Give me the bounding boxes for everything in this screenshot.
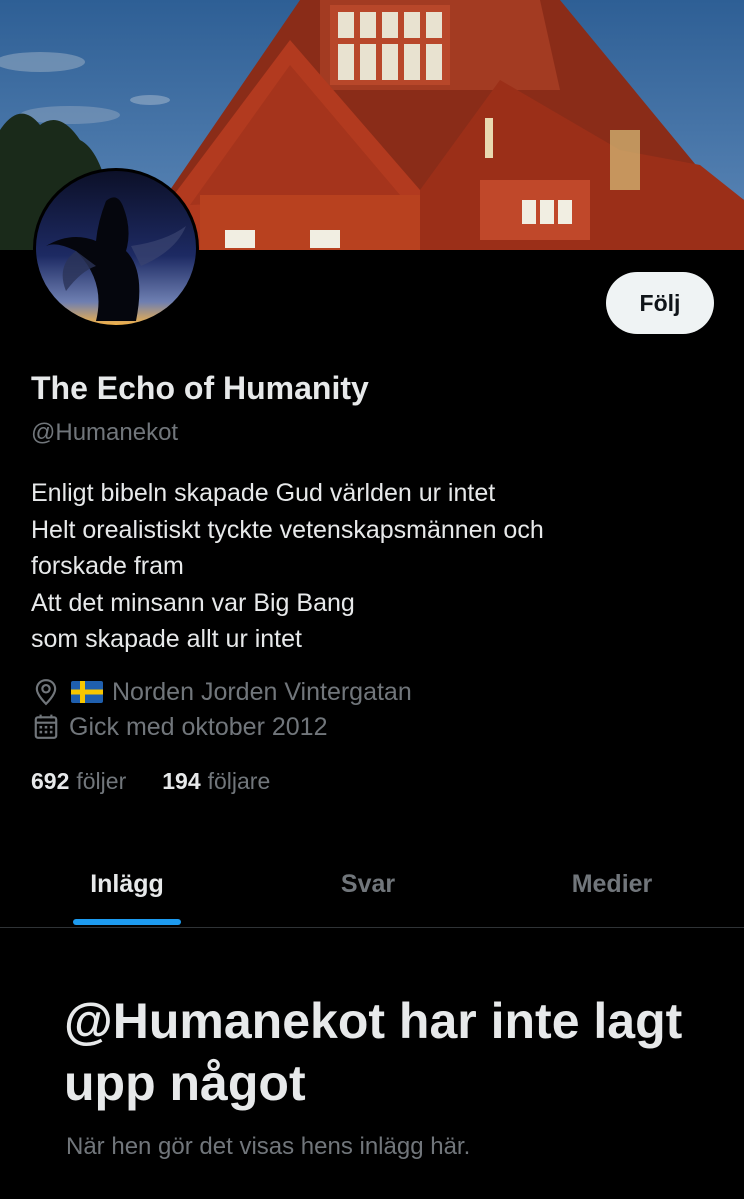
following-label: följer bbox=[76, 768, 127, 794]
location-text: Norden Jorden Vintergatan bbox=[112, 677, 412, 706]
joined-text: Gick med oktober 2012 bbox=[69, 712, 328, 741]
profile-location: Norden Jorden Vintergatan bbox=[31, 677, 412, 707]
bio-line: som skapade allt ur intet bbox=[31, 625, 302, 653]
following-count: 692 bbox=[31, 768, 70, 794]
followers-label: följare bbox=[207, 768, 271, 794]
avatar[interactable] bbox=[33, 168, 199, 328]
display-name: The Echo of Humanity bbox=[31, 370, 369, 406]
active-tab-indicator bbox=[73, 919, 181, 925]
bio-line: Att det minsann var Big Bang bbox=[31, 588, 355, 617]
bio-line: Helt orealistiskt tyckte vetenskapsmänne… bbox=[31, 515, 544, 544]
profile-bio: Enligt bibeln skapade Gud världen ur int… bbox=[31, 475, 671, 658]
bio-line: forskade fram bbox=[31, 552, 184, 580]
tab-replies[interactable]: Svar bbox=[248, 840, 488, 928]
sweden-flag-icon bbox=[71, 681, 103, 703]
user-handle: @Humanekot bbox=[31, 419, 179, 446]
profile-tabs: Inlägg Svar Medier bbox=[0, 840, 744, 928]
location-pin-icon bbox=[31, 677, 61, 707]
profile-joined: Gick med oktober 2012 bbox=[31, 712, 327, 742]
following-link[interactable]: 692 följer bbox=[31, 768, 126, 795]
tab-posts[interactable]: Inlägg bbox=[0, 840, 254, 928]
calendar-icon bbox=[31, 712, 61, 742]
followers-link[interactable]: 194 följare bbox=[162, 768, 270, 795]
avatar-dancer-silhouette-image bbox=[36, 171, 196, 325]
empty-state-subtitle: När hen gör det visas hens inlägg här. bbox=[66, 1133, 471, 1160]
followers-count: 194 bbox=[162, 768, 201, 794]
tab-media[interactable]: Medier bbox=[490, 840, 734, 928]
follow-button[interactable]: Följ bbox=[606, 272, 714, 334]
bio-line: Enligt bibeln skapade Gud världen ur int… bbox=[31, 479, 496, 507]
empty-state-title: @Humanekot har inte lagt upp något bbox=[64, 993, 683, 1111]
profile-stats: 692 följer 194 följare bbox=[31, 768, 306, 795]
